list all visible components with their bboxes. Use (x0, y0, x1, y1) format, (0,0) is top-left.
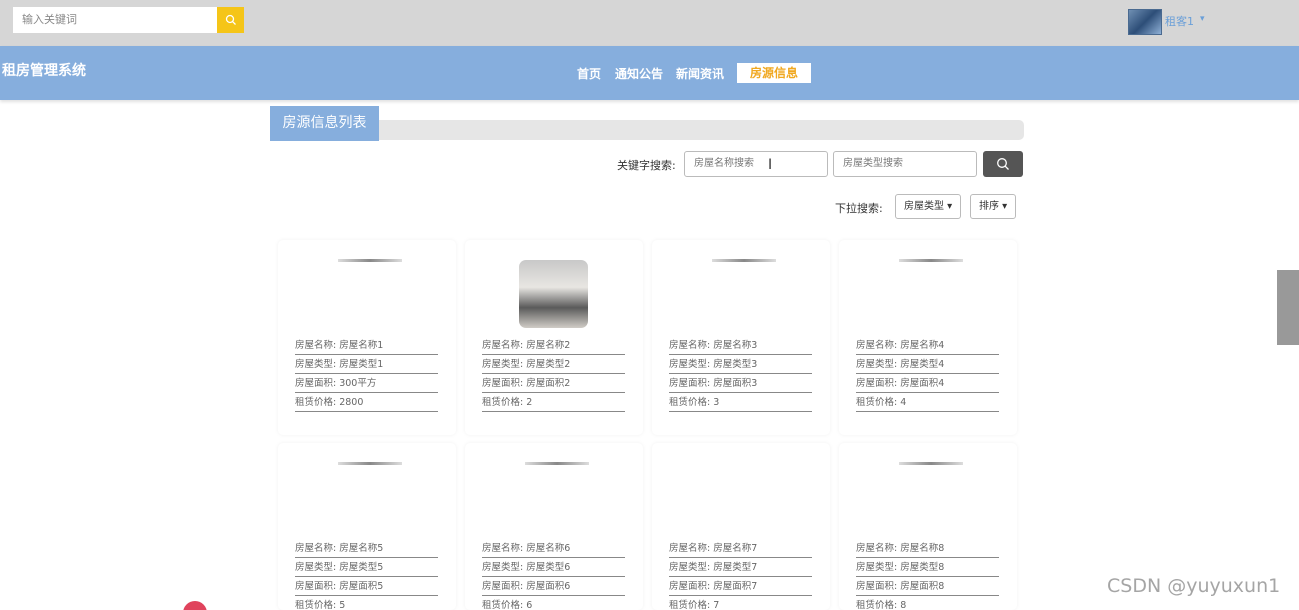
user-menu-caret[interactable]: ▾ (1200, 14, 1205, 24)
listing-area: 房屋面积: 房屋面积2 (482, 376, 625, 393)
listing-card[interactable]: 房屋名称: 房屋名称8 房屋类型: 房屋类型8 房屋面积: 房屋面积8 租赁价格… (839, 443, 1017, 610)
search-icon (997, 158, 1009, 170)
panel-bar (379, 120, 1024, 140)
brand-title: 租房管理系统 (2, 63, 86, 79)
dropdown-search-label: 下拉搜索: (835, 202, 883, 215)
text-cursor-icon: I (768, 157, 773, 173)
listing-type: 房屋类型: 房屋类型6 (482, 560, 625, 577)
listing-name: 房屋名称: 房屋名称5 (295, 541, 438, 558)
listing-name: 房屋名称: 房屋名称2 (482, 338, 625, 355)
nav-item-listings[interactable]: 房源信息 (737, 63, 812, 83)
scrollbar-thumb[interactable] (1277, 270, 1299, 345)
avatar[interactable] (1128, 9, 1162, 35)
listing-area: 房屋面积: 300平方 (295, 376, 438, 393)
listing-image (338, 259, 402, 262)
listing-type: 房屋类型: 房屋类型2 (482, 357, 625, 374)
listing-area: 房屋面积: 房屋面积8 (856, 579, 999, 596)
listing-image (519, 260, 588, 328)
listing-type: 房屋类型: 房屋类型7 (669, 560, 812, 577)
listing-card[interactable]: 房屋名称: 房屋名称1 房屋类型: 房屋类型1 房屋面积: 300平方 租赁价格… (278, 240, 456, 435)
keyword-search-label: 关键字搜索: (617, 159, 676, 172)
listing-price: 租赁价格: 2800 (295, 395, 438, 412)
listing-area: 房屋面积: 房屋面积4 (856, 376, 999, 393)
listing-image (338, 462, 402, 465)
listing-type: 房屋类型: 房屋类型5 (295, 560, 438, 577)
listing-price: 租赁价格: 4 (856, 395, 999, 412)
search-input[interactable]: 输入关键词 (13, 7, 217, 33)
panel-title: 房源信息列表 (270, 106, 379, 141)
sort-dropdown[interactable]: 排序 ▾ (970, 194, 1017, 219)
watermark: CSDN @yuyuxun1 (1107, 575, 1281, 597)
listing-name: 房屋名称: 房屋名称6 (482, 541, 625, 558)
listing-type: 房屋类型: 房屋类型3 (669, 357, 812, 374)
listing-name: 房屋名称: 房屋名称4 (856, 338, 999, 355)
type-dropdown[interactable]: 房屋类型 ▾ (895, 194, 962, 219)
search-icon (225, 14, 236, 25)
floating-badge[interactable] (183, 601, 207, 610)
listing-area: 房屋面积: 房屋面积5 (295, 579, 438, 596)
listing-card[interactable]: 房屋名称: 房屋名称2 房屋类型: 房屋类型2 房屋面积: 房屋面积2 租赁价格… (465, 240, 643, 435)
listing-type: 房屋类型: 房屋类型4 (856, 357, 999, 374)
name-search-input[interactable]: 房屋名称搜索 (684, 151, 828, 177)
listing-name: 房屋名称: 房屋名称3 (669, 338, 812, 355)
nav-item-home[interactable]: 首页 (577, 65, 601, 82)
listing-name: 房屋名称: 房屋名称1 (295, 338, 438, 355)
nav-bar: 租房管理系统 首页 通知公告 新闻资讯 房源信息 (0, 46, 1299, 100)
listing-card[interactable]: 房屋名称: 房屋名称6 房屋类型: 房屋类型6 房屋面积: 房屋面积6 租赁价格… (465, 443, 643, 610)
listing-price: 租赁价格: 5 (295, 598, 438, 610)
listing-price: 租赁价格: 3 (669, 395, 812, 412)
listing-area: 房屋面积: 房屋面积7 (669, 579, 812, 596)
listing-area: 房屋面积: 房屋面积3 (669, 376, 812, 393)
listing-area: 房屋面积: 房屋面积6 (482, 579, 625, 596)
listing-card[interactable]: 房屋名称: 房屋名称7 房屋类型: 房屋类型7 房屋面积: 房屋面积7 租赁价格… (652, 443, 830, 610)
listing-name: 房屋名称: 房屋名称7 (669, 541, 812, 558)
listing-image (899, 462, 963, 465)
listing-price: 租赁价格: 6 (482, 598, 625, 610)
listing-name: 房屋名称: 房屋名称8 (856, 541, 999, 558)
type-search-input[interactable]: 房屋类型搜索 (833, 151, 977, 177)
search-button[interactable] (217, 7, 244, 33)
user-name[interactable]: 租客1 (1165, 13, 1194, 29)
nav-item-news[interactable]: 新闻资讯 (676, 65, 724, 82)
listing-image (899, 259, 963, 262)
listing-card[interactable]: 房屋名称: 房屋名称3 房屋类型: 房屋类型3 房屋面积: 房屋面积3 租赁价格… (652, 240, 830, 435)
listing-card[interactable]: 房屋名称: 房屋名称4 房屋类型: 房屋类型4 房屋面积: 房屋面积4 租赁价格… (839, 240, 1017, 435)
listing-price: 租赁价格: 8 (856, 598, 999, 610)
top-bar: 输入关键词 租客1 ▾ (0, 0, 1299, 46)
listing-price: 租赁价格: 2 (482, 395, 625, 412)
listing-image (525, 462, 589, 465)
listing-image (712, 259, 776, 262)
listing-type: 房屋类型: 房屋类型1 (295, 357, 438, 374)
listing-card[interactable]: 房屋名称: 房屋名称5 房屋类型: 房屋类型5 房屋面积: 房屋面积5 租赁价格… (278, 443, 456, 610)
nav-item-notices[interactable]: 通知公告 (615, 65, 663, 82)
query-button[interactable] (983, 151, 1023, 177)
listing-price: 租赁价格: 7 (669, 598, 812, 610)
listing-type: 房屋类型: 房屋类型8 (856, 560, 999, 577)
